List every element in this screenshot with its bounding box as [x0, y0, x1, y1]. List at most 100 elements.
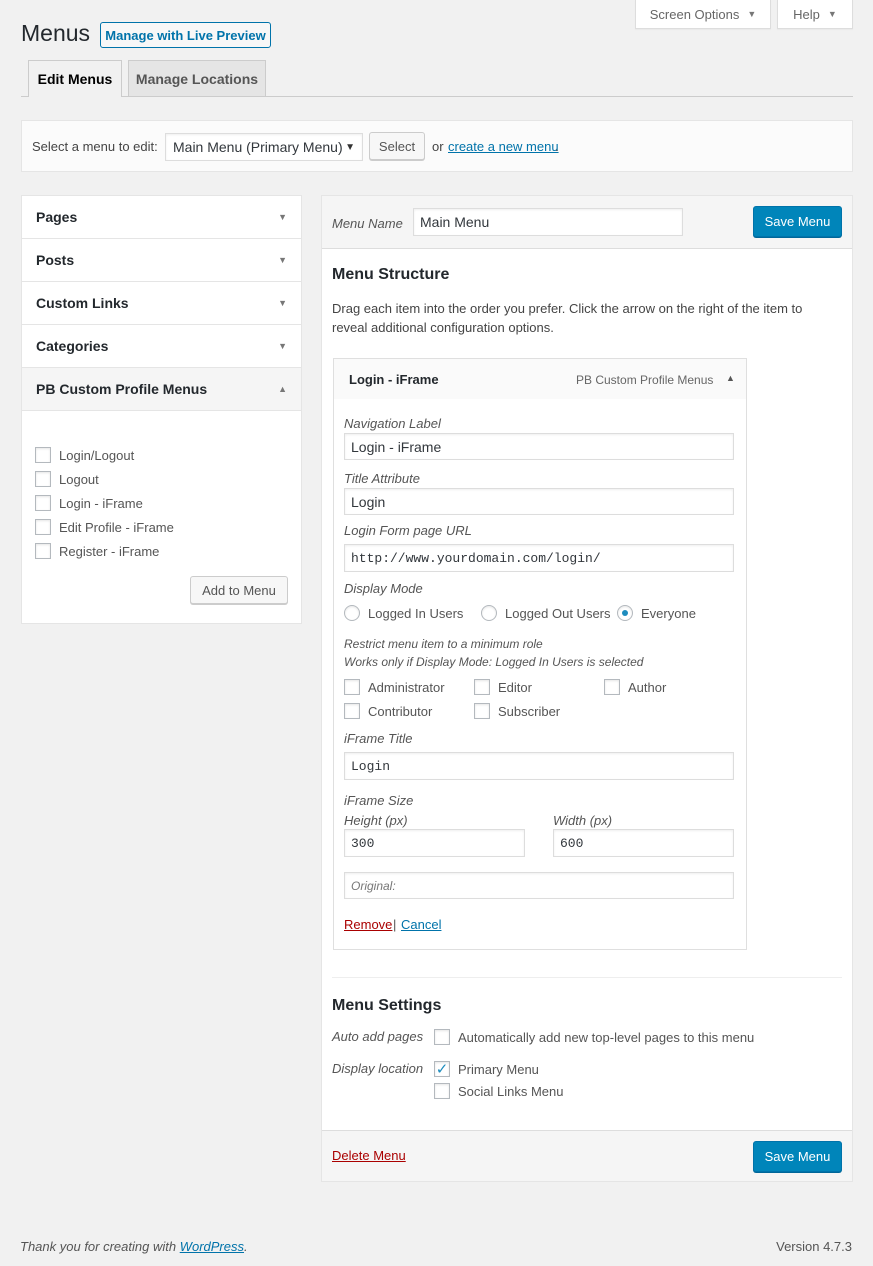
menu-item-title: Login - iFrame	[349, 372, 439, 387]
accordion-posts[interactable]: Posts ▼	[22, 239, 301, 282]
accordion-custom-links[interactable]: Custom Links ▼	[22, 282, 301, 325]
iframe-title-label: iFrame Title	[344, 731, 413, 746]
checkbox[interactable]	[434, 1029, 450, 1045]
checkbox[interactable]	[474, 703, 490, 719]
iframe-title-input[interactable]: Login	[344, 752, 734, 780]
delete-menu-link[interactable]: Delete Menu	[332, 1148, 406, 1163]
add-to-menu-button[interactable]: Add to Menu	[190, 576, 288, 604]
help-button[interactable]: Help ▼	[777, 0, 853, 29]
role-label: Subscriber	[498, 703, 561, 719]
select-button[interactable]: Select	[369, 132, 425, 160]
accordion-label: Custom Links	[36, 295, 129, 311]
list-item[interactable]: Login - iFrame	[35, 495, 143, 511]
item-label: Register - iFrame	[59, 543, 160, 559]
radio-button-selected[interactable]	[617, 605, 633, 621]
radio-label: Logged Out Users	[505, 605, 611, 621]
menu-name-value: Main Menu	[420, 214, 490, 230]
menu-item-type: PB Custom Profile Menus	[576, 373, 714, 387]
checkbox-checked[interactable]	[434, 1061, 450, 1077]
tab-manage-locations[interactable]: Manage Locations	[128, 60, 266, 96]
triangle-down-icon: ▼	[278, 255, 287, 265]
location-primary-menu[interactable]: Primary Menu	[434, 1061, 539, 1077]
restrict-role-note: Restrict menu item to a minimum role Wor…	[344, 637, 644, 669]
navigation-label-value: Login - iFrame	[351, 438, 442, 455]
accordion-label: Pages	[36, 209, 78, 225]
navigation-label-input[interactable]: Login - iFrame	[344, 433, 734, 460]
triangle-down-icon: ▼	[827, 9, 837, 19]
checkbox[interactable]	[344, 703, 360, 719]
accordion-pages[interactable]: Pages ▼	[22, 196, 301, 239]
role-author[interactable]: Author	[604, 679, 666, 695]
list-item[interactable]: Login/Logout	[35, 447, 134, 463]
tab-edit-menus[interactable]: Edit Menus	[28, 60, 122, 97]
item-label: Edit Profile - iFrame	[59, 519, 174, 535]
cancel-link[interactable]: Cancel	[401, 917, 441, 932]
radio-logged-out-users[interactable]: Logged Out Users	[481, 605, 611, 621]
list-item[interactable]: Register - iFrame	[35, 543, 159, 559]
select-menu-prompt: Select a menu to edit:	[32, 139, 158, 154]
checkbox[interactable]	[474, 679, 490, 695]
menu-editor-panel: Menu Name Main Menu Save Menu Menu Struc…	[321, 195, 853, 1182]
checkbox[interactable]	[35, 519, 51, 535]
radio-everyone[interactable]: Everyone	[617, 605, 696, 621]
footer-version: Version 4.7.3	[776, 1239, 852, 1254]
role-label: Contributor	[368, 703, 433, 719]
menu-structure-title: Menu Structure	[332, 266, 450, 283]
checkbox[interactable]	[344, 679, 360, 695]
iframe-size-label: iFrame Size	[344, 793, 414, 808]
accordion-categories[interactable]: Categories ▼	[22, 325, 301, 368]
role-subscriber[interactable]: Subscriber	[474, 703, 560, 719]
menu-select-value: Main Menu (Primary Menu)	[173, 139, 343, 155]
accordion-pb-custom-profile-menus[interactable]: PB Custom Profile Menus ▲	[22, 368, 301, 411]
radio-button[interactable]	[481, 605, 497, 621]
title-attribute-label: Title Attribute	[344, 471, 420, 486]
role-label: Editor	[498, 679, 532, 695]
height-input[interactable]: 300	[344, 829, 525, 857]
radio-button[interactable]	[344, 605, 360, 621]
item-label: Login/Logout	[59, 447, 135, 463]
menu-items-accordion: Pages ▼ Posts ▼ Custom Links ▼ Categorie…	[21, 195, 302, 624]
triangle-down-icon: ▼	[278, 341, 287, 351]
title-attribute-input[interactable]: Login	[344, 488, 734, 515]
checkbox[interactable]	[35, 447, 51, 463]
accordion-body: Login/Logout Logout Login - iFrame Edit …	[22, 411, 301, 623]
save-menu-button[interactable]: Save Menu	[753, 206, 842, 237]
link-separator: |	[393, 917, 397, 932]
checkbox[interactable]	[604, 679, 620, 695]
triangle-down-icon: ▼	[747, 9, 757, 19]
page-title: Menus	[21, 20, 91, 46]
item-label: Logout	[59, 471, 99, 487]
accordion-label: Posts	[36, 252, 75, 268]
save-menu-button-bottom[interactable]: Save Menu	[753, 1141, 842, 1172]
or-text: or	[432, 139, 444, 154]
screen-options-button[interactable]: Screen Options ▼	[635, 0, 771, 29]
menu-item-handle[interactable]: Login - iFrame PB Custom Profile Menus ▲	[333, 358, 747, 400]
role-administrator[interactable]: Administrator	[344, 679, 445, 695]
remove-link[interactable]: Remove	[344, 917, 392, 932]
checkbox[interactable]	[434, 1083, 450, 1099]
role-label: Author	[628, 679, 667, 695]
menu-select-dropdown[interactable]: Main Menu (Primary Menu) ▼	[165, 133, 363, 161]
role-contributor[interactable]: Contributor	[344, 703, 432, 719]
wordpress-link[interactable]: WordPress	[180, 1239, 244, 1254]
settings-divider	[332, 977, 842, 978]
radio-label: Everyone	[641, 605, 696, 621]
list-item[interactable]: Logout	[35, 471, 99, 487]
triangle-down-icon: ▼	[278, 298, 287, 308]
accordion-label: PB Custom Profile Menus	[36, 381, 208, 397]
live-preview-button[interactable]: Manage with Live Preview	[100, 22, 271, 48]
width-input[interactable]: 600	[553, 829, 734, 857]
triangle-up-icon[interactable]: ▲	[726, 373, 735, 383]
login-form-url-input[interactable]: http://www.yourdomain.com/login/	[344, 544, 734, 572]
radio-logged-in-users[interactable]: Logged In Users	[344, 605, 463, 621]
checkbox[interactable]	[35, 495, 51, 511]
checkbox[interactable]	[35, 471, 51, 487]
location-social-links-menu[interactable]: Social Links Menu	[434, 1083, 564, 1099]
create-new-menu-link[interactable]: create a new menu	[448, 139, 559, 154]
checkbox[interactable]	[35, 543, 51, 559]
role-editor[interactable]: Editor	[474, 679, 532, 695]
menu-name-input[interactable]: Main Menu	[413, 208, 683, 236]
auto-add-pages-option[interactable]: Automatically add new top-level pages to…	[434, 1029, 754, 1045]
menu-editor-footer: Delete Menu Save Menu	[322, 1130, 852, 1181]
list-item[interactable]: Edit Profile - iFrame	[35, 519, 174, 535]
